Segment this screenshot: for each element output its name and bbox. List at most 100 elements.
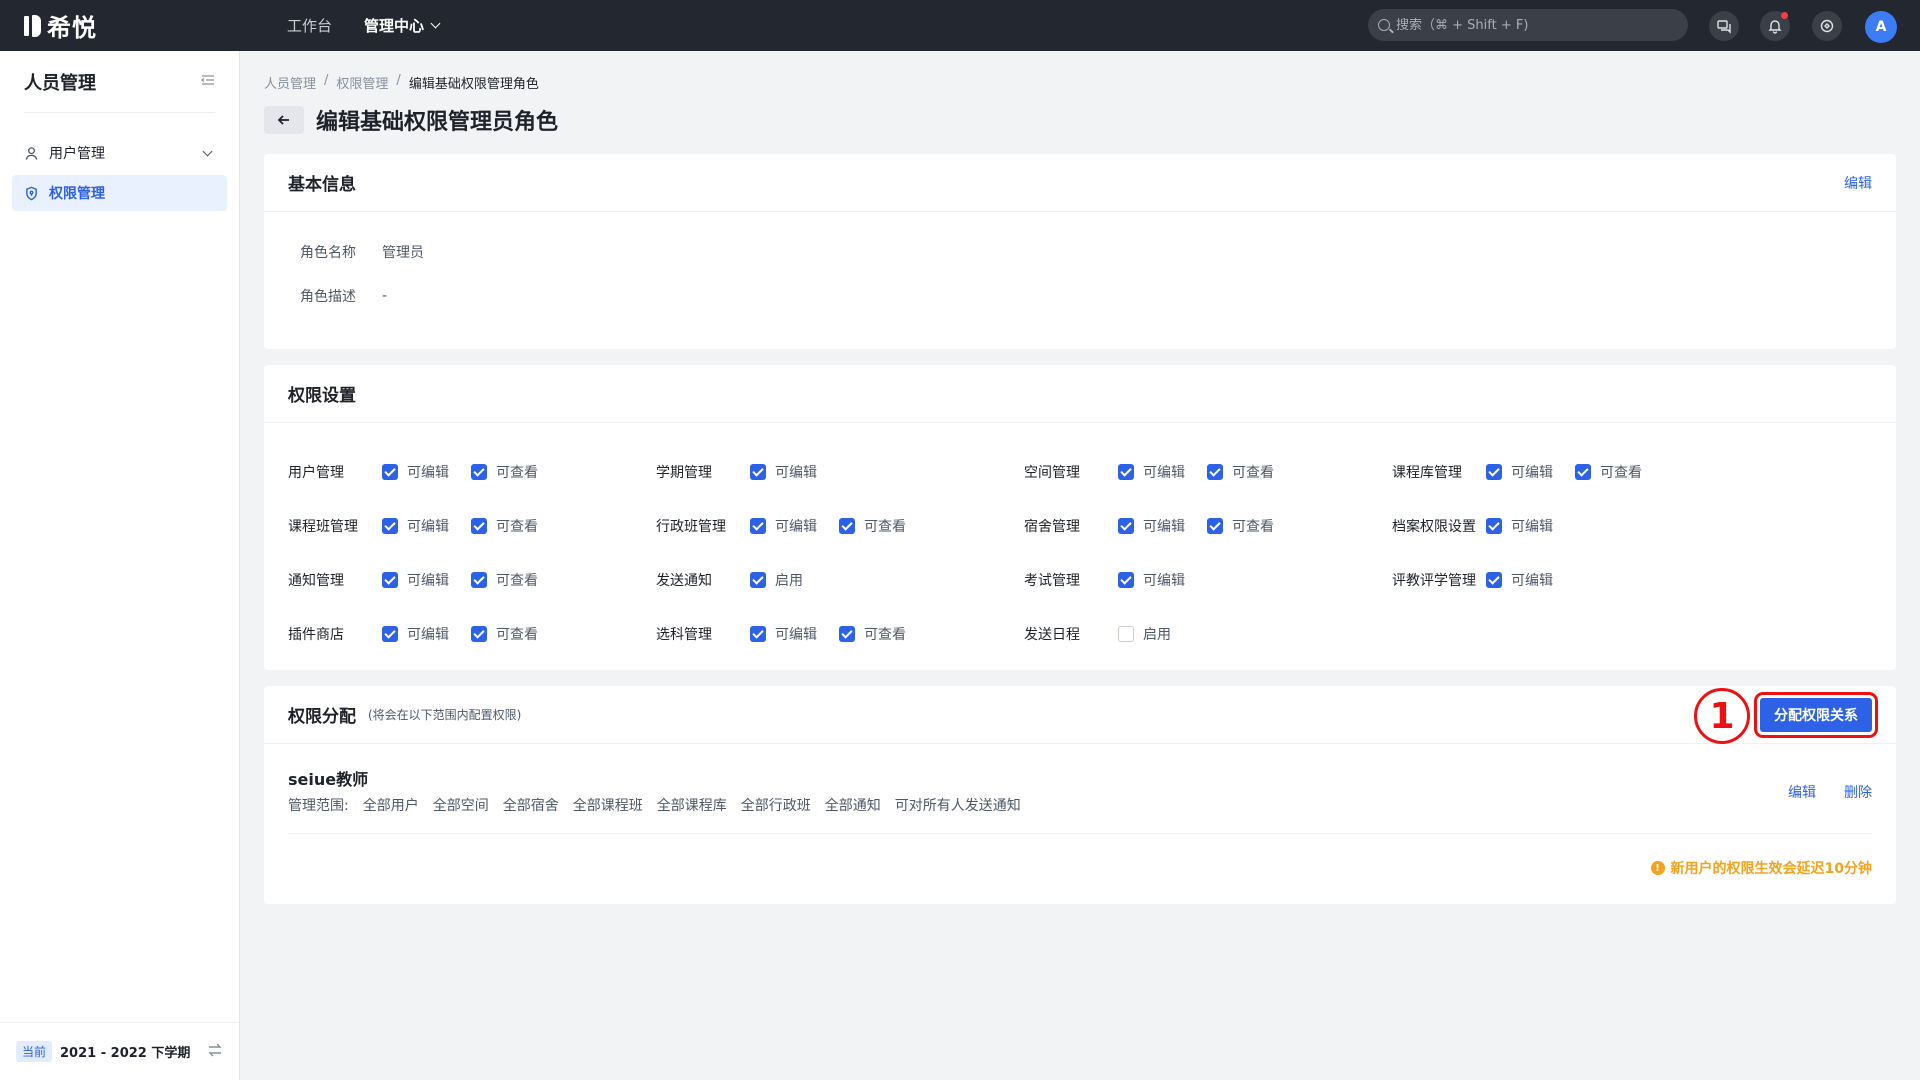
breadcrumb-item-people[interactable]: 人员管理 xyxy=(264,73,316,92)
permission-checkbox[interactable]: 可编辑 xyxy=(1486,462,1553,482)
checkbox-label: 可编辑 xyxy=(407,465,449,481)
checkbox-checked-icon xyxy=(471,626,487,642)
delete-role-button[interactable]: 删除 xyxy=(1844,782,1872,802)
checkbox-label: 可查看 xyxy=(864,627,906,643)
back-button[interactable] xyxy=(264,106,304,134)
checkbox-checked-icon xyxy=(1575,464,1591,480)
edit-basic-info-button[interactable]: 编辑 xyxy=(1844,173,1872,193)
info-key: 角色名称 xyxy=(300,245,356,261)
checkbox-checked-icon xyxy=(750,518,766,534)
bell-icon[interactable] xyxy=(1760,11,1790,41)
checkbox-label: 可查看 xyxy=(496,573,538,589)
current-term-badge: 当前 xyxy=(16,1041,53,1062)
permission-item: 通知管理 可编辑 可查看 xyxy=(288,553,656,607)
permission-checkbox[interactable]: 可查看 xyxy=(471,462,538,482)
title-row: 编辑基础权限管理员角色 xyxy=(264,104,558,136)
permission-item: 学期管理 可编辑 xyxy=(656,445,1024,499)
scope-item: 全部用户 xyxy=(362,798,419,814)
collapse-sidebar-icon[interactable] xyxy=(200,73,215,91)
permission-checkbox[interactable]: 可编辑 xyxy=(382,516,449,536)
permission-checkbox[interactable]: 可查看 xyxy=(471,570,538,590)
step-marker: 1 xyxy=(1694,688,1750,744)
breadcrumb-item-current: 编辑基础权限管理角色 xyxy=(408,77,539,92)
search-icon xyxy=(1378,19,1390,31)
role-assignment-row: seiue教师 管理范围: 全部用户 全部空间 全部宿舍 全部课程班 全部课程库 全部行政… xyxy=(288,744,1872,834)
breadcrumb-separator: / xyxy=(324,73,329,88)
search-input[interactable] xyxy=(1396,17,1676,33)
nav-management-center[interactable]: 管理中心 xyxy=(364,15,441,36)
permission-checkbox[interactable]: 可编辑 xyxy=(750,516,817,536)
info-row-role-name: 角色名称 管理员 xyxy=(300,230,1896,274)
top-nav: 工作台 管理中心 xyxy=(287,15,441,36)
avatar[interactable]: A xyxy=(1865,11,1897,43)
info-key: 角色描述 xyxy=(300,289,356,305)
sidebar-item-user-management[interactable]: 用户管理 xyxy=(12,135,227,171)
permission-checkbox[interactable]: 可编辑 xyxy=(1118,462,1185,482)
checkbox-checked-icon xyxy=(1118,518,1134,534)
basic-info-title: 基本信息 xyxy=(288,175,356,195)
checkbox-checked-icon xyxy=(839,518,855,534)
user-icon xyxy=(25,146,38,160)
permission-checkbox[interactable]: 可查看 xyxy=(471,516,538,536)
assign-permission-button[interactable]: 分配权限关系 xyxy=(1754,692,1878,738)
checkbox-label: 可编辑 xyxy=(407,627,449,643)
checkbox-checked-icon xyxy=(382,626,398,642)
permission-checkbox[interactable]: 可编辑 xyxy=(750,624,817,644)
permission-checkbox[interactable]: 可查看 xyxy=(1575,462,1642,482)
permission-checkbox[interactable]: 可编辑 xyxy=(382,624,449,644)
checkbox-unchecked-icon xyxy=(1118,626,1134,642)
permission-name: 课程库管理 xyxy=(1392,465,1462,481)
info-value: - xyxy=(382,288,388,304)
checkbox-label: 可查看 xyxy=(496,627,538,643)
permission-item: 行政班管理 可编辑 可查看 xyxy=(656,499,1024,553)
notification-dot xyxy=(1781,12,1788,19)
permission-checkbox[interactable]: 可查看 xyxy=(839,516,906,536)
nav-workbench[interactable]: 工作台 xyxy=(287,15,332,36)
permission-checkbox[interactable]: 启用 xyxy=(1118,624,1171,644)
checkbox-label: 可查看 xyxy=(1232,465,1274,481)
checkbox-checked-icon xyxy=(382,464,398,480)
breadcrumb-item-permissions[interactable]: 权限管理 xyxy=(336,73,388,92)
checkbox-label: 可查看 xyxy=(496,519,538,535)
permission-settings-header: 权限设置 xyxy=(264,365,1896,423)
breadcrumb: 人员管理 / 权限管理 / 编辑基础权限管理角色 xyxy=(264,73,539,92)
edit-role-button[interactable]: 编辑 xyxy=(1788,782,1816,802)
logo[interactable]: 希悦 xyxy=(24,8,224,43)
permission-name: 插件商店 xyxy=(288,627,344,643)
permission-checkbox[interactable]: 可编辑 xyxy=(1486,516,1553,536)
permission-checkbox[interactable]: 启用 xyxy=(750,570,803,590)
checkbox-label: 启用 xyxy=(1143,627,1171,643)
info-icon: ! xyxy=(1650,861,1665,875)
permission-checkbox[interactable]: 可编辑 xyxy=(1486,570,1553,590)
permission-checkbox[interactable]: 可编辑 xyxy=(1118,516,1185,536)
permission-checkbox[interactable]: 可编辑 xyxy=(382,570,449,590)
permission-checkbox[interactable]: 可查看 xyxy=(1207,462,1274,482)
info-row-role-description: 角色描述 - xyxy=(300,274,1896,318)
scope-item: 全部课程库 xyxy=(656,798,727,814)
chat-icon[interactable] xyxy=(1709,11,1739,41)
checkbox-checked-icon xyxy=(471,572,487,588)
permission-name: 用户管理 xyxy=(288,465,344,481)
permission-checkbox[interactable]: 可查看 xyxy=(1207,516,1274,536)
swap-icon[interactable] xyxy=(207,1042,223,1062)
permission-checkbox[interactable]: 可编辑 xyxy=(382,462,449,482)
term-selector[interactable]: 当前 2021 - 2022 下学期 xyxy=(0,1022,239,1080)
app-switch-icon[interactable] xyxy=(1812,11,1842,41)
global-search[interactable] xyxy=(1368,9,1688,41)
permission-item: 空间管理 可编辑 可查看 xyxy=(1024,445,1392,499)
checkbox-checked-icon xyxy=(471,464,487,480)
permission-name: 档案权限设置 xyxy=(1392,519,1476,535)
checkbox-label: 可编辑 xyxy=(1511,465,1553,481)
checkbox-checked-icon xyxy=(750,464,766,480)
permission-checkbox[interactable]: 可编辑 xyxy=(750,462,817,482)
checkbox-checked-icon xyxy=(382,572,398,588)
permission-checkbox[interactable]: 可查看 xyxy=(839,624,906,644)
sidebar-item-permission-management[interactable]: 权限管理 xyxy=(12,175,227,211)
permission-item: 发送日程 启用 xyxy=(1024,607,1392,661)
permission-settings-card: 权限设置 用户管理 可编辑 可查看 学期管理 可编辑 空间管理 可编辑 可查看 课程库管理 可编辑… xyxy=(264,365,1896,670)
permission-checkbox[interactable]: 可编辑 xyxy=(1118,570,1185,590)
permission-item: 考试管理 可编辑 xyxy=(1024,553,1392,607)
checkbox-label: 可查看 xyxy=(1232,519,1274,535)
sidebar: 人员管理 用户管理 权限管理 当前 2021 - 2022 下学期 xyxy=(0,51,240,1080)
permission-checkbox[interactable]: 可查看 xyxy=(471,624,538,644)
